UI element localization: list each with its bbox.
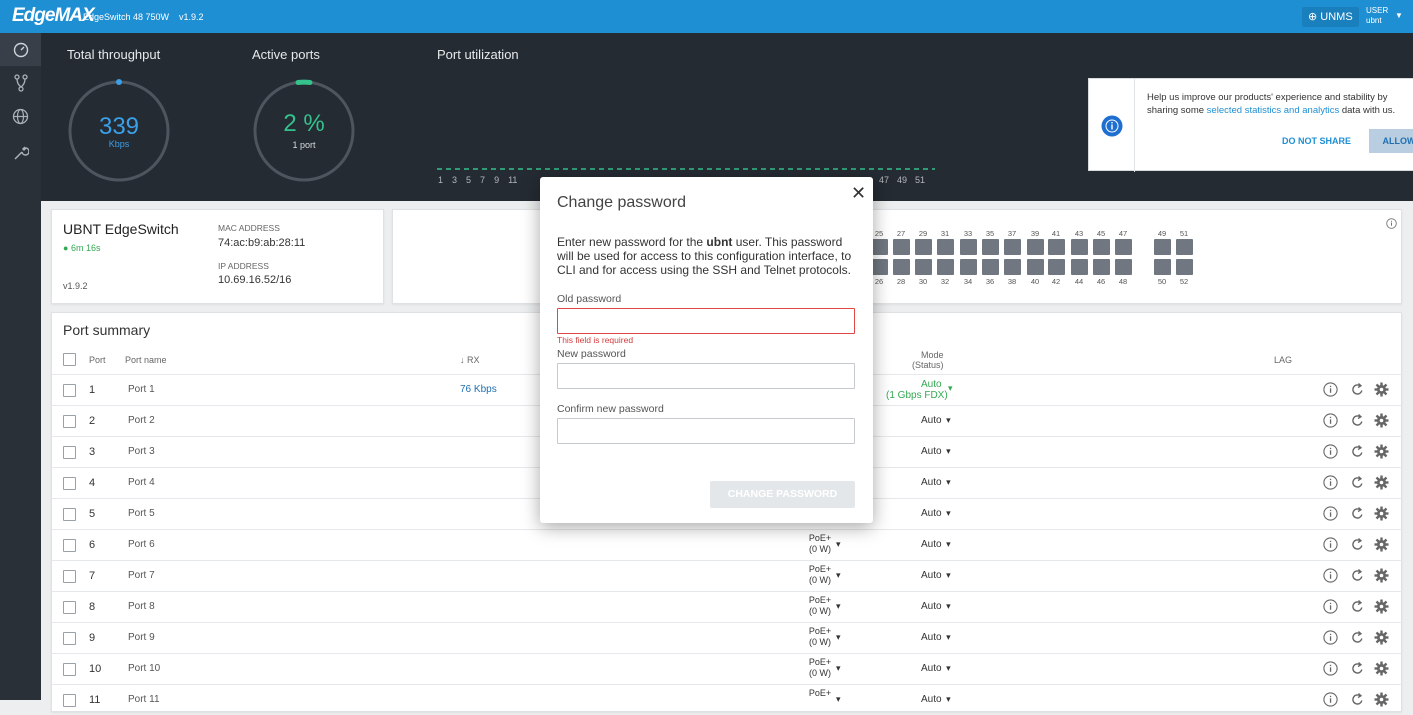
dialog-description: Enter new password for the ubnt user. Th…: [557, 235, 857, 277]
new-password-input[interactable]: [557, 363, 855, 389]
close-icon[interactable]: ✕: [851, 183, 866, 204]
old-password-input[interactable]: [557, 308, 855, 334]
old-password-label: Old password: [557, 293, 622, 305]
new-password-label: New password: [557, 348, 626, 360]
desc-user: ubnt: [706, 235, 733, 249]
confirm-password-label: Confirm new password: [557, 403, 664, 415]
confirm-password-input[interactable]: [557, 418, 855, 444]
dialog-title: Change password: [557, 194, 686, 211]
desc-a: Enter new password for the: [557, 235, 707, 249]
change-password-button[interactable]: CHANGE PASSWORD: [710, 481, 855, 508]
old-password-error: This field is required: [557, 335, 634, 345]
change-password-dialog: Change password ✕ Enter new password for…: [540, 177, 873, 523]
